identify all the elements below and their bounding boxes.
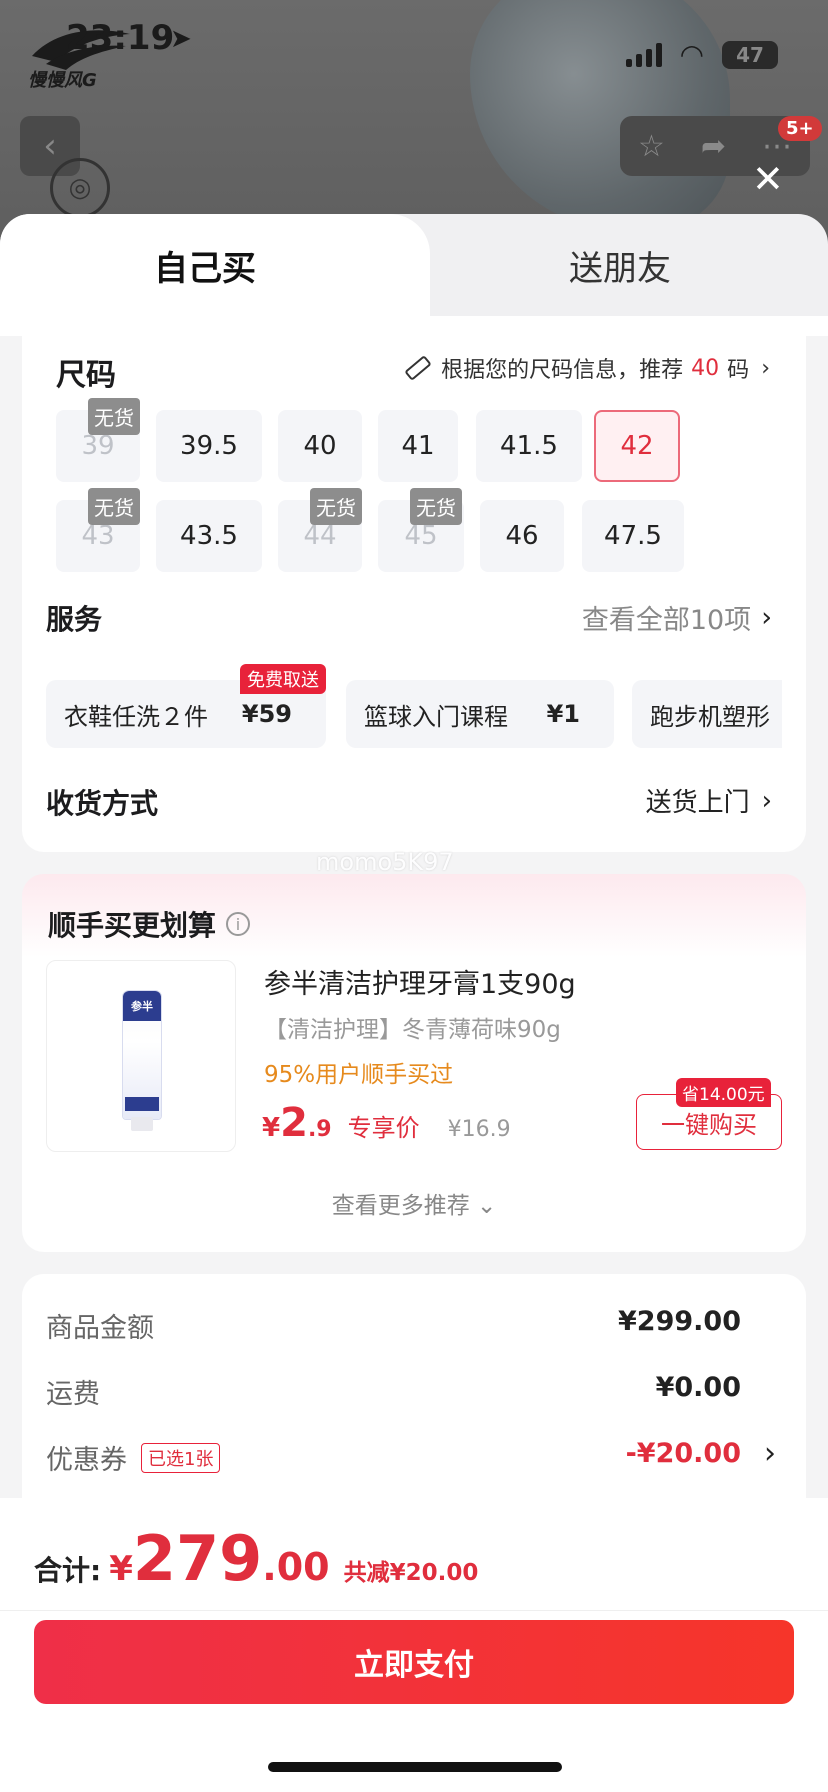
service-section-title: 服务 <box>46 603 103 636</box>
service-item-basketball[interactable]: 篮球入门课程 ¥1 <box>346 680 614 748</box>
total-label: 合计: <box>34 1554 102 1587</box>
size-section-title: 尺码 <box>56 358 116 393</box>
chevron-down-icon: ⌄ <box>477 1193 497 1219</box>
product-desc: 【清洁护理】冬青薄荷味90g <box>264 1017 561 1043</box>
size-recommendation-prefix: 根据您的尺码信息，推荐 <box>441 358 684 383</box>
tab-buy-self[interactable]: 自己买 <box>0 214 430 316</box>
wifi-icon: ◠ <box>679 38 704 71</box>
total-amount: 合计: ¥ 279 .00 共减¥20.00 <box>34 1522 479 1595</box>
delivery-title: 收货方式 <box>46 787 159 820</box>
size-option-39-5[interactable]: 39.5 <box>156 410 262 482</box>
chevron-right-icon[interactable]: › <box>764 1436 776 1471</box>
battery-icon: 47 <box>722 40 778 69</box>
total-discount: 共减¥20.00 <box>343 1560 479 1586</box>
coupon-selected-tag: 已选1张 <box>141 1442 221 1473</box>
addon-title-text: 顺手买更划算 <box>48 909 217 942</box>
toothpaste-brand: 参半 <box>123 991 161 1021</box>
see-more-label: 查看更多推荐 <box>331 1193 470 1219</box>
out-of-stock-tag: 无货 <box>88 398 140 435</box>
total-dec: .00 <box>262 1545 330 1589</box>
free-pickup-tag: 免费取送 <box>240 664 326 694</box>
share-icon[interactable]: ➦ <box>701 129 726 164</box>
delivery-method[interactable]: 送货上门 › <box>646 782 772 819</box>
service-view-all-label: 查看全部10项 <box>581 605 752 636</box>
exclusive-price-label: 专享价 <box>347 1114 420 1142</box>
coupon-label: 优惠券 <box>46 1445 127 1476</box>
size-recommendation-suffix: 码 <box>727 358 750 383</box>
camera-icon[interactable]: ◎ <box>50 158 110 218</box>
goods-amount-label: 商品金额 <box>46 1313 154 1344</box>
tab-gift-friend[interactable]: 送朋友 <box>470 214 770 316</box>
service-item-name: 篮球入门课程 <box>364 702 508 731</box>
service-item-name: 跑步机塑形 <box>650 702 770 731</box>
size-option-46[interactable]: 46 <box>480 500 564 572</box>
signal-icon <box>625 42 662 67</box>
size-option-41[interactable]: 41 <box>378 410 458 482</box>
size-option-47-5[interactable]: 47.5 <box>582 500 684 572</box>
size-option-41-5[interactable]: 41.5 <box>476 410 582 482</box>
original-price: ¥16.9 <box>447 1117 511 1142</box>
size-option-42[interactable]: 42 <box>594 410 680 482</box>
shipping-label: 运费 <box>46 1379 100 1410</box>
divider <box>0 1610 828 1611</box>
chevron-right-icon: › <box>761 602 772 633</box>
message-badge: 5+ <box>778 116 822 141</box>
product-image[interactable]: 参半 <box>46 960 236 1152</box>
service-item-name: 衣鞋任洗２件 <box>64 702 208 731</box>
size-option-40[interactable]: 40 <box>278 410 362 482</box>
out-of-stock-tag: 无货 <box>310 488 362 525</box>
addon-title: 顺手买更划算 i <box>48 904 251 944</box>
delivery-value: 送货上门 <box>645 788 750 818</box>
coupon-row[interactable]: 优惠券 已选1张 <box>46 1438 221 1477</box>
chevron-right-icon: › <box>761 355 770 381</box>
shoe-image <box>470 0 730 230</box>
product-rate: 95%用户顺手买过 <box>264 1062 454 1088</box>
ruler-icon <box>405 356 431 380</box>
out-of-stock-tag: 无货 <box>88 488 140 525</box>
chevron-right-icon: › <box>761 785 772 816</box>
service-item-price: ¥59 <box>241 700 292 728</box>
product-price: ¥ 2 .9 专享价 ¥16.9 <box>262 1100 511 1146</box>
favorite-star-icon[interactable]: ☆ <box>638 129 665 164</box>
status-icons: ◠ 47 <box>625 38 778 71</box>
chevron-left-icon: ‹ <box>43 126 57 166</box>
shipping-value: ¥0.00 <box>655 1372 741 1403</box>
options-card <box>22 316 806 852</box>
purchase-tabs: 自己买 送朋友 <box>0 214 828 316</box>
product-name[interactable]: 参半清洁护理牙膏1支90g <box>264 962 576 1001</box>
coupon-value: -¥20.00 <box>625 1438 741 1469</box>
close-icon[interactable]: ✕ <box>752 160 784 198</box>
service-view-all[interactable]: 查看全部10项 › <box>582 598 772 637</box>
save-tag: 省14.00元 <box>676 1078 771 1107</box>
recommended-size: 40 <box>691 355 720 381</box>
see-more-recommendations[interactable]: 查看更多推荐 ⌄ <box>0 1186 828 1220</box>
size-recommendation[interactable]: 根据您的尺码信息，推荐 40 码 › <box>403 352 770 384</box>
status-time: 23:19 <box>66 18 175 58</box>
info-icon[interactable]: i <box>226 912 251 936</box>
brand-logo-text: 慢慢风G <box>28 70 97 91</box>
home-indicator <box>268 1762 562 1772</box>
pay-now-button[interactable]: 立即支付 <box>34 1620 794 1704</box>
watermark: momo5K97 <box>316 848 454 876</box>
total-int: 279 <box>132 1522 263 1595</box>
out-of-stock-tag: 无货 <box>410 488 462 525</box>
location-arrow-icon: ➤ <box>170 24 192 54</box>
size-option-43-5[interactable]: 43.5 <box>156 500 262 572</box>
service-item-treadmill[interactable]: 跑步机塑形 <box>632 680 782 748</box>
service-item-price: ¥1 <box>546 700 580 728</box>
goods-amount-value: ¥299.00 <box>618 1306 741 1337</box>
